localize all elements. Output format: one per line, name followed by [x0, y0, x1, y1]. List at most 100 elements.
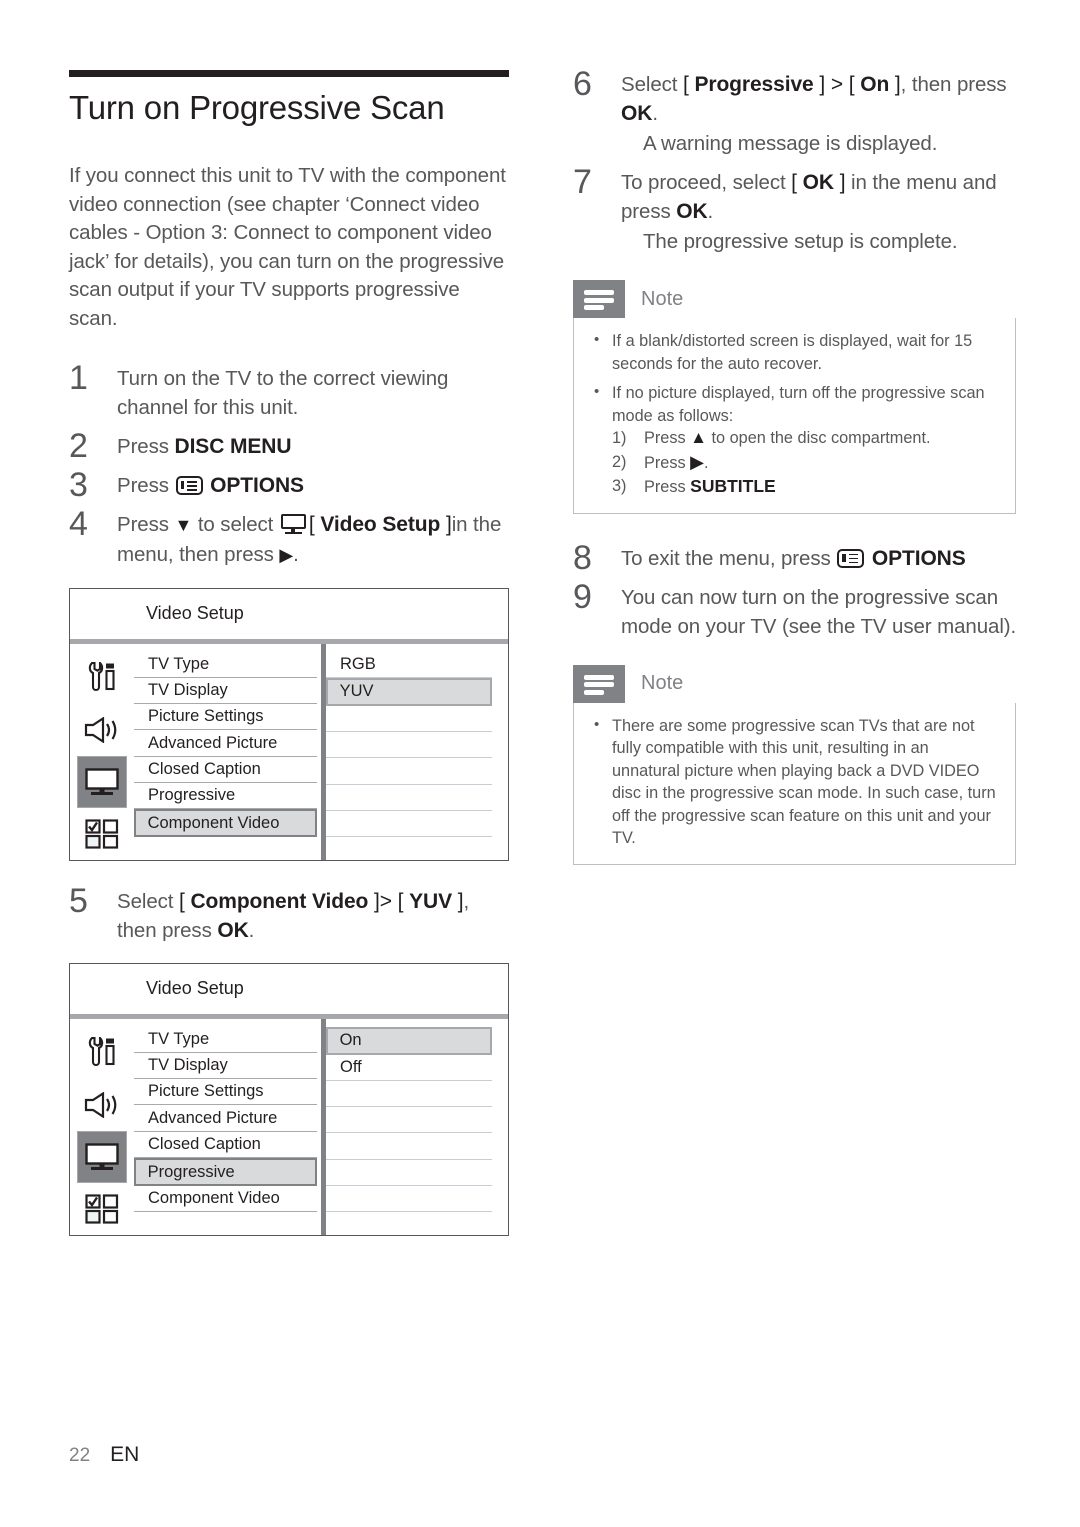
menu-label-ok: OK	[802, 171, 834, 194]
step-number: 7	[573, 163, 592, 201]
menu-item-tv-type[interactable]: TV Type	[134, 652, 317, 678]
step-text-pre: To proceed, select	[621, 171, 792, 194]
step-3: 3 Press OPTIONS	[69, 466, 511, 504]
bracket-close: ]	[368, 889, 380, 913]
general-setup-icon[interactable]	[70, 652, 134, 704]
key-ok: OK	[621, 102, 653, 125]
step-4: 4 Press ▼ to select [ Video Setup ]in th…	[69, 505, 511, 570]
menu-item-progressive[interactable]: Progressive	[134, 783, 317, 810]
step-number: 3	[69, 465, 88, 504]
arrow-right-icon: ▶	[279, 544, 294, 565]
menu-body: TV Type TV Display Picture Settings Adva…	[70, 1018, 508, 1238]
menu-value-rgb[interactable]: RGB	[326, 652, 492, 678]
step-result-text: The progressive setup is complete.	[643, 230, 958, 253]
step-number: 5	[69, 881, 88, 920]
bracket-close: ]	[440, 512, 452, 536]
page-number: 22	[69, 1445, 91, 1466]
note-sub-number: 3)	[612, 477, 627, 495]
note-sub-pre: Press	[644, 478, 691, 496]
preference-setup-icon[interactable]	[70, 808, 134, 860]
menu-label-on: On	[860, 73, 890, 96]
video-setup-icon[interactable]	[77, 755, 127, 808]
menu-item-advanced-picture[interactable]: Advanced Picture	[134, 730, 317, 757]
options-icon	[175, 475, 203, 495]
audio-setup-icon[interactable]	[70, 704, 134, 756]
note-sub-number: 2)	[612, 452, 627, 471]
note-sub-item: 3) Press SUBTITLE	[612, 475, 999, 499]
step-text-pre: To exit the menu, press	[621, 546, 837, 570]
menu-body: TV Type TV Display Picture Settings Adva…	[70, 643, 508, 863]
menu-icon-rail	[70, 1019, 134, 1235]
step-1: 1 Turn on the TV to the correct viewing …	[69, 359, 511, 422]
step-text-period: .	[293, 542, 299, 566]
step-text: Turn on the TV to the correct viewing ch…	[117, 366, 449, 419]
note-bullet: If a blank/distorted screen is displayed…	[590, 329, 999, 375]
menu-value-yuv-selected[interactable]: YUV	[326, 677, 492, 706]
menu-item-closed-caption[interactable]: Closed Caption	[134, 1132, 317, 1159]
video-setup-icon[interactable]	[77, 1130, 127, 1183]
menu-label-component-video: Component Video	[190, 889, 369, 913]
menu-value-blank	[326, 706, 492, 733]
menu-item-list: TV Type TV Display Picture Settings Adva…	[134, 643, 326, 860]
step-number: 9	[573, 577, 592, 616]
menu-value-blank	[326, 1212, 492, 1238]
page-title: Turn on Progressive Scan	[69, 89, 445, 126]
step-6: 6 Select [ Progressive ] > [ On ], then …	[573, 65, 1018, 158]
menu-item-tv-display[interactable]: TV Display	[134, 678, 317, 705]
menu-value-blank	[326, 1133, 492, 1160]
menu-value-blank	[326, 837, 492, 863]
arrow-down-icon: ▼	[174, 514, 193, 535]
note-sub-number: 1)	[612, 429, 627, 447]
greater-than-separator: >	[379, 889, 398, 913]
tv-monitor-glyph	[85, 767, 119, 795]
step-text-mid: to select	[192, 512, 279, 536]
menu-value-blank	[326, 758, 492, 785]
menu-item-advanced-picture[interactable]: Advanced Picture	[134, 1105, 317, 1132]
bracket-close: ]	[813, 73, 826, 96]
manual-page: Turn on Progressive Scan If you connect …	[0, 0, 1080, 1527]
general-setup-icon[interactable]	[70, 1027, 134, 1079]
menu-item-tv-display[interactable]: TV Display	[134, 1053, 317, 1080]
menu-item-picture-settings[interactable]: Picture Settings	[134, 1079, 317, 1106]
menu-item-picture-settings[interactable]: Picture Settings	[134, 704, 317, 731]
menu-item-closed-caption[interactable]: Closed Caption	[134, 757, 317, 784]
note-body: If a blank/distorted screen is displayed…	[573, 318, 1016, 514]
step-8: 8 To exit the menu, press OPTIONS	[573, 539, 1018, 577]
preference-grid-glyph	[85, 1193, 119, 1224]
speaker-glyph	[84, 1091, 117, 1118]
step-7: 7 To proceed, select [ OK ] in the menu …	[573, 163, 1018, 256]
options-icon	[837, 548, 865, 568]
note-icon	[573, 664, 625, 703]
menu-item-component-video[interactable]: Component Video	[134, 1186, 317, 1213]
audio-setup-icon[interactable]	[70, 1079, 134, 1131]
step-number: 6	[573, 65, 592, 103]
tv-monitor-icon	[280, 513, 306, 535]
bracket-open: [	[682, 73, 695, 96]
note-sub-pre: Press	[644, 429, 691, 447]
video-setup-menu-screen-1: Video Setup TV Type TV Display Picture S…	[69, 587, 509, 863]
menu-item-progressive-selected[interactable]: Progressive	[134, 1158, 317, 1187]
preference-setup-icon[interactable]	[70, 1183, 134, 1235]
menu-value-on-selected[interactable]: On	[326, 1026, 492, 1055]
video-setup-menu-screen-2: Video Setup TV Type TV Display Picture S…	[69, 962, 509, 1238]
menu-item-blank	[134, 1212, 317, 1238]
menu-label-yuv: YUV	[409, 889, 453, 913]
step-text-period: .	[652, 102, 658, 125]
menu-value-blank	[326, 1107, 492, 1134]
menu-item-component-video-selected[interactable]: Component Video	[134, 809, 317, 838]
menu-value-blank	[326, 732, 492, 759]
note-bullet: If no picture displayed, turn off the pr…	[590, 381, 999, 499]
tools-glyph	[88, 661, 115, 691]
step-5: 5 Select [ Component Video ]> [ YUV ], t…	[69, 882, 511, 945]
step-text: You can now turn on the progressive scan…	[621, 585, 1017, 638]
menu-item-tv-type[interactable]: TV Type	[134, 1027, 317, 1053]
menu-title: Video Setup	[146, 603, 244, 624]
menu-title-bar: Video Setup	[70, 964, 508, 1019]
preference-grid-glyph	[85, 818, 119, 849]
tv-monitor-glyph	[85, 1142, 119, 1170]
bracket-open: [	[848, 73, 861, 96]
menu-title-bar: Video Setup	[70, 589, 508, 644]
step-2: 2 Press DISC MENU	[69, 427, 511, 465]
key-options: OPTIONS	[871, 546, 966, 570]
menu-value-off[interactable]: Off	[326, 1055, 492, 1081]
